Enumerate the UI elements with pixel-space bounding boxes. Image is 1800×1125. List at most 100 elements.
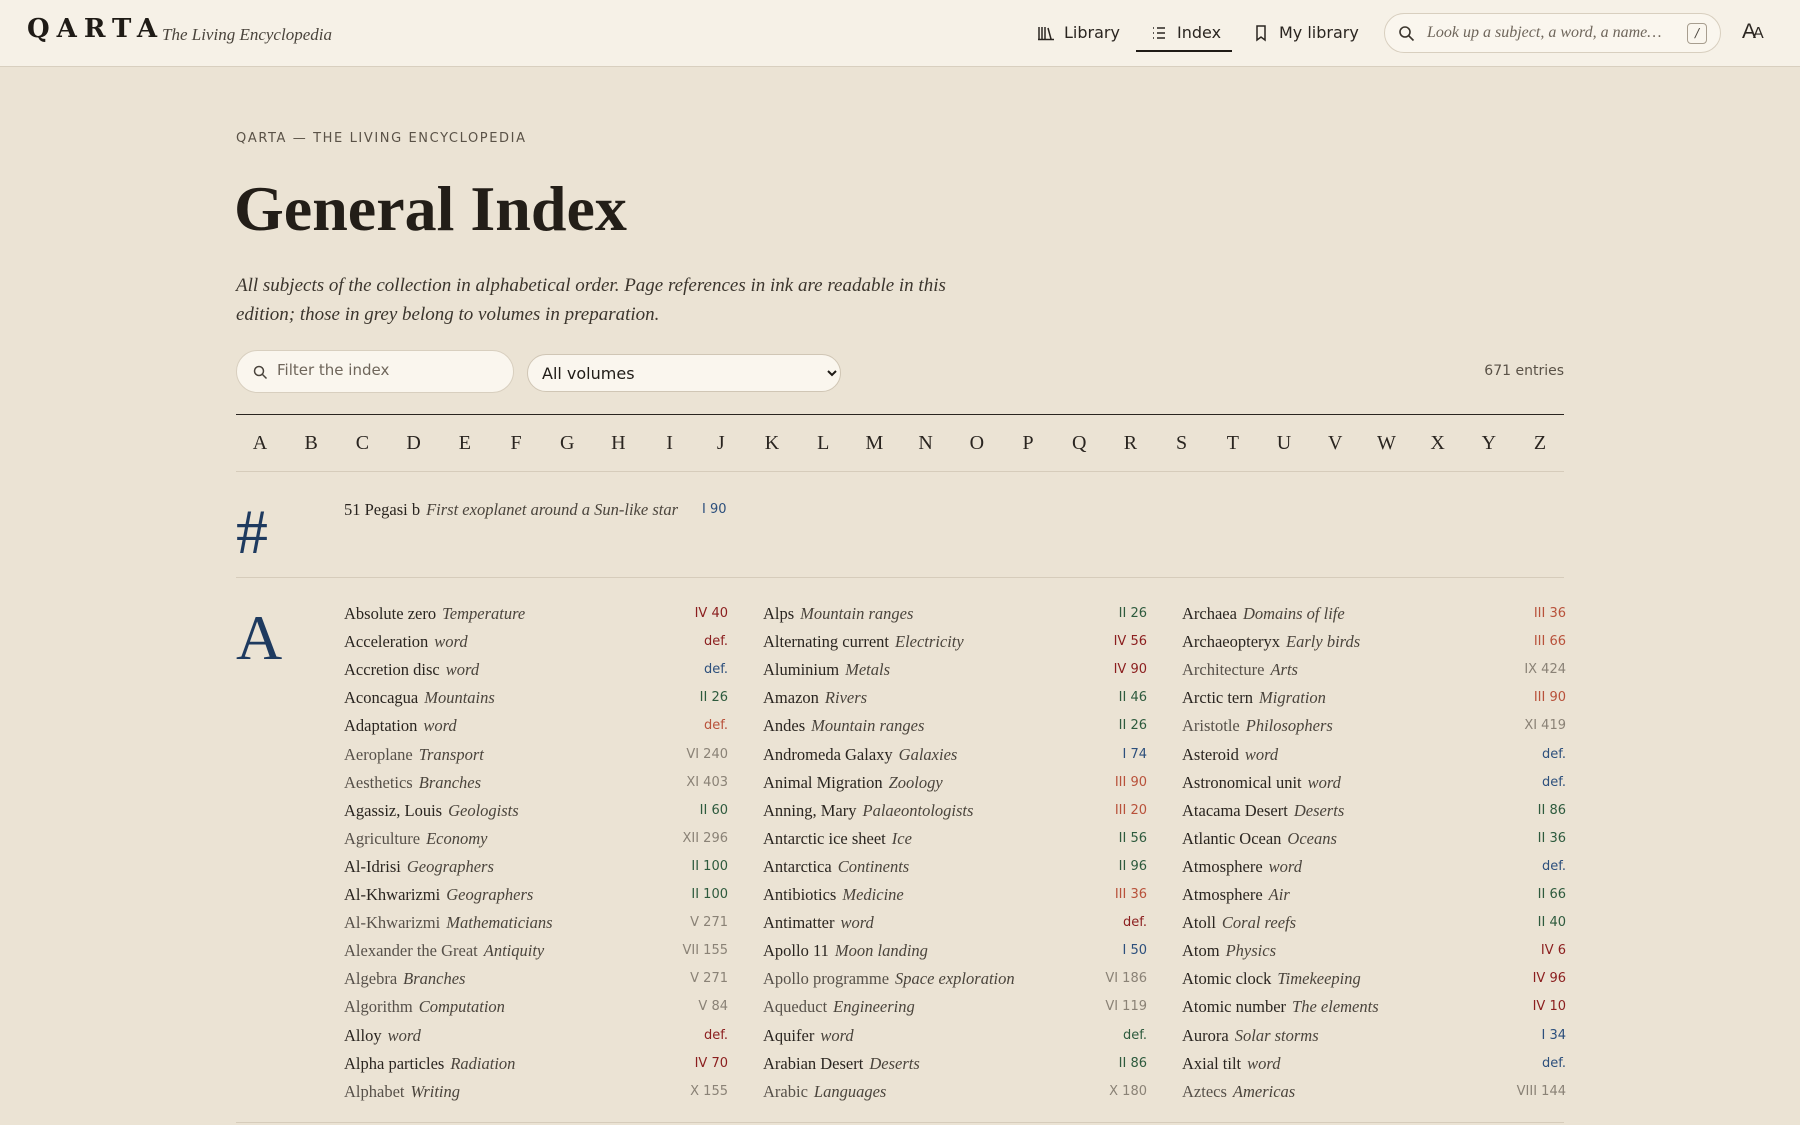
entry-page-ref[interactable]: def. [704,718,728,733]
index-entry[interactable]: Anning, Mary Palaeontologists III 20 [763,801,1147,825]
entry-page-ref[interactable]: VIII 144 [1517,1084,1566,1099]
index-entry[interactable]: Aristotle Philosophers XI 419 [1182,716,1566,740]
entry-page-ref[interactable]: def. [1542,859,1566,874]
entry-page-ref[interactable]: II 26 [700,690,728,705]
index-entry[interactable]: Apollo programme Space exploration VI 186 [763,969,1147,993]
entry-page-ref[interactable]: def. [1123,1028,1147,1043]
entry-page-ref[interactable]: def. [1542,747,1566,762]
index-entry[interactable]: 51 Pegasi b First exoplanet around a Sun-… [344,500,728,524]
letter-link-n[interactable]: N [918,432,932,455]
letter-link-r[interactable]: R [1124,432,1137,455]
entry-page-ref[interactable]: I 34 [1541,1028,1566,1043]
entry-page-ref[interactable]: II 56 [1119,831,1147,846]
filter-input[interactable] [277,361,497,379]
entry-page-ref[interactable]: def. [704,634,728,649]
index-entry[interactable]: Aqueduct Engineering VI 119 [763,997,1147,1021]
index-filter[interactable] [236,350,514,393]
letter-link-o[interactable]: O [970,432,984,455]
entry-page-ref[interactable]: IV 6 [1541,943,1566,958]
index-entry[interactable]: Aurora Solar storms I 34 [1182,1026,1566,1050]
entry-page-ref[interactable]: VI 240 [686,747,728,762]
index-entry[interactable]: Agriculture Economy XII 296 [344,829,728,853]
global-search[interactable]: Look up a subject, a word, a name… / [1384,13,1721,53]
entry-page-ref[interactable]: II 26 [1119,606,1147,621]
entry-page-ref[interactable]: def. [1123,915,1147,930]
letter-link-e[interactable]: E [459,432,471,455]
index-entry[interactable]: Alphabet Writing X 155 [344,1082,728,1106]
entry-page-ref[interactable]: II 26 [1119,718,1147,733]
nav-my-library[interactable]: My library [1252,12,1359,53]
entry-page-ref[interactable]: X 155 [690,1084,728,1099]
entry-page-ref[interactable]: def. [704,1028,728,1043]
entry-page-ref[interactable]: II 100 [691,887,728,902]
entry-page-ref[interactable]: XI 403 [686,775,728,790]
letter-link-i[interactable]: I [666,432,673,455]
letter-link-l[interactable]: L [817,432,829,455]
index-entry[interactable]: Aesthetics Branches XI 403 [344,773,728,797]
entry-page-ref[interactable]: II 86 [1538,803,1566,818]
index-entry[interactable]: Aquifer word def. [763,1026,1147,1050]
entry-page-ref[interactable]: IV 56 [1114,634,1147,649]
entry-page-ref[interactable]: III 66 [1534,634,1566,649]
letter-link-a[interactable]: A [253,432,267,455]
index-entry[interactable]: Antimatter word def. [763,913,1147,937]
index-entry[interactable]: Asteroid word def. [1182,745,1566,769]
entry-page-ref[interactable]: III 20 [1115,803,1147,818]
entry-page-ref[interactable]: IX 424 [1524,662,1566,677]
entry-page-ref[interactable]: IV 70 [695,1056,728,1071]
letter-link-u[interactable]: U [1277,432,1291,455]
index-entry[interactable]: Alternating current Electricity IV 56 [763,632,1147,656]
index-entry[interactable]: Aeroplane Transport VI 240 [344,745,728,769]
index-entry[interactable]: Atacama Desert Deserts II 86 [1182,801,1566,825]
entry-page-ref[interactable]: IV 90 [1114,662,1147,677]
index-entry[interactable]: Arctic tern Migration III 90 [1182,688,1566,712]
index-entry[interactable]: Alexander the Great Antiquity VII 155 [344,941,728,965]
brand-logo[interactable]: QARTA [27,14,164,44]
entry-page-ref[interactable]: II 36 [1538,831,1566,846]
entry-page-ref[interactable]: IV 96 [1533,971,1566,986]
index-entry[interactable]: Atmosphere Air II 66 [1182,885,1566,909]
entry-page-ref[interactable]: II 40 [1538,915,1566,930]
index-entry[interactable]: Arabic Languages X 180 [763,1082,1147,1106]
letter-link-y[interactable]: Y [1482,432,1496,455]
letter-link-v[interactable]: V [1328,432,1342,455]
entry-page-ref[interactable]: II 86 [1119,1056,1147,1071]
index-entry[interactable]: Al-Idrisi Geographers II 100 [344,857,728,881]
index-entry[interactable]: Andromeda Galaxy Galaxies I 74 [763,745,1147,769]
index-entry[interactable]: Atom Physics IV 6 [1182,941,1566,965]
index-entry[interactable]: Axial tilt word def. [1182,1054,1566,1078]
entry-page-ref[interactable]: def. [704,662,728,677]
index-entry[interactable]: Algebra Branches V 271 [344,969,728,993]
letter-link-s[interactable]: S [1176,432,1187,455]
volume-select[interactable]: All volumes [527,354,841,392]
nav-library[interactable]: Library [1037,12,1120,53]
entry-page-ref[interactable]: X 180 [1109,1084,1147,1099]
entry-page-ref[interactable]: I 74 [1122,747,1147,762]
index-entry[interactable]: Atmosphere word def. [1182,857,1566,881]
entry-page-ref[interactable]: XI 419 [1524,718,1566,733]
index-entry[interactable]: Antarctica Continents II 96 [763,857,1147,881]
entry-page-ref[interactable]: IV 40 [695,606,728,621]
index-entry[interactable]: Algorithm Computation V 84 [344,997,728,1021]
index-entry[interactable]: Atomic number The elements IV 10 [1182,997,1566,1021]
entry-page-ref[interactable]: def. [1542,775,1566,790]
entry-page-ref[interactable]: III 36 [1534,606,1566,621]
index-entry[interactable]: Apollo 11 Moon landing I 50 [763,941,1147,965]
index-entry[interactable]: Aluminium Metals IV 90 [763,660,1147,684]
index-entry[interactable]: Absolute zero Temperature IV 40 [344,604,728,628]
index-entry[interactable]: Al-Khwarizmi Geographers II 100 [344,885,728,909]
entry-page-ref[interactable]: V 271 [690,915,728,930]
entry-page-ref[interactable]: VII 155 [682,943,728,958]
index-entry[interactable]: Atoll Coral reefs II 40 [1182,913,1566,937]
index-entry[interactable]: Alloy word def. [344,1026,728,1050]
index-entry[interactable]: Atomic clock Timekeeping IV 96 [1182,969,1566,993]
index-entry[interactable]: Antarctic ice sheet Ice II 56 [763,829,1147,853]
letter-link-f[interactable]: F [510,432,521,455]
entry-page-ref[interactable]: II 66 [1538,887,1566,902]
entry-page-ref[interactable]: V 84 [698,999,728,1014]
entry-page-ref[interactable]: II 46 [1119,690,1147,705]
entry-page-ref[interactable]: II 60 [700,803,728,818]
index-entry[interactable]: Amazon Rivers II 46 [763,688,1147,712]
nav-index[interactable]: Index [1150,12,1221,53]
index-entry[interactable]: Agassiz, Louis Geologists II 60 [344,801,728,825]
